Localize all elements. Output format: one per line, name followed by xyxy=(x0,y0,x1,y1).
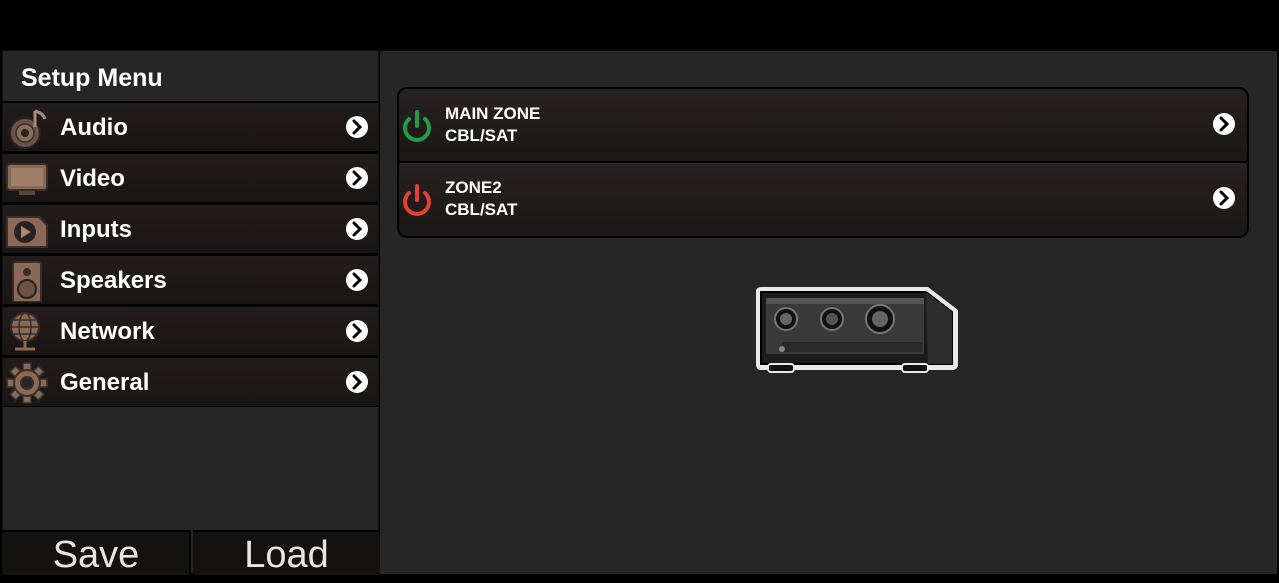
menu-item-general[interactable]: General xyxy=(3,356,378,407)
video-icon xyxy=(5,158,49,200)
speakers-icon xyxy=(5,260,49,303)
chevron-right-icon xyxy=(1213,187,1235,209)
menu-item-inputs[interactable]: Inputs xyxy=(3,203,378,254)
menu-item-label: General xyxy=(60,369,150,396)
chevron-right-icon xyxy=(346,218,368,240)
chevron-right-icon xyxy=(346,167,368,189)
sidebar-title: Setup Menu xyxy=(21,64,163,92)
setup-sidebar: Setup Menu Audio Video Inputs Speakers N… xyxy=(2,50,380,576)
menu-item-label: Speakers xyxy=(60,267,167,294)
menu-item-network[interactable]: Network xyxy=(3,305,378,356)
zone-name: ZONE2 xyxy=(445,178,502,197)
chevron-right-icon xyxy=(346,320,368,342)
menu-item-label: Audio xyxy=(60,114,128,141)
menu-item-audio[interactable]: Audio xyxy=(3,101,378,152)
footer-buttons: Save Load xyxy=(3,530,380,576)
zone-source: CBL/SAT xyxy=(445,200,518,219)
save-button[interactable]: Save xyxy=(3,530,191,576)
zone-row-main-zone[interactable]: MAIN ZONE CBL/SAT xyxy=(399,89,1247,163)
zone-source: CBL/SAT xyxy=(445,126,518,145)
audio-icon xyxy=(5,107,49,149)
zone-name: MAIN ZONE xyxy=(445,104,541,123)
av-receiver-image xyxy=(752,284,962,390)
menu-item-label: Network xyxy=(60,318,155,345)
menu-item-label: Inputs xyxy=(60,216,132,243)
chevron-right-icon xyxy=(1213,113,1235,135)
menu-item-video[interactable]: Video xyxy=(3,152,378,203)
menu-item-speakers[interactable]: Speakers xyxy=(3,254,378,305)
main-panel: MAIN ZONE CBL/SAT ZONE2 CBL/SAT xyxy=(380,51,1277,574)
load-button[interactable]: Load xyxy=(193,530,380,576)
chevron-right-icon xyxy=(346,371,368,393)
gear-icon xyxy=(5,362,49,404)
network-icon xyxy=(5,311,49,353)
chevron-right-icon xyxy=(346,269,368,291)
menu-item-label: Video xyxy=(60,165,125,192)
chevron-right-icon xyxy=(346,116,368,138)
zone-row-zone2[interactable]: ZONE2 CBL/SAT xyxy=(399,163,1247,236)
power-on-icon xyxy=(399,109,435,145)
power-off-icon xyxy=(399,183,435,219)
inputs-icon xyxy=(5,209,49,251)
zone-list: MAIN ZONE CBL/SAT ZONE2 CBL/SAT xyxy=(397,87,1249,238)
